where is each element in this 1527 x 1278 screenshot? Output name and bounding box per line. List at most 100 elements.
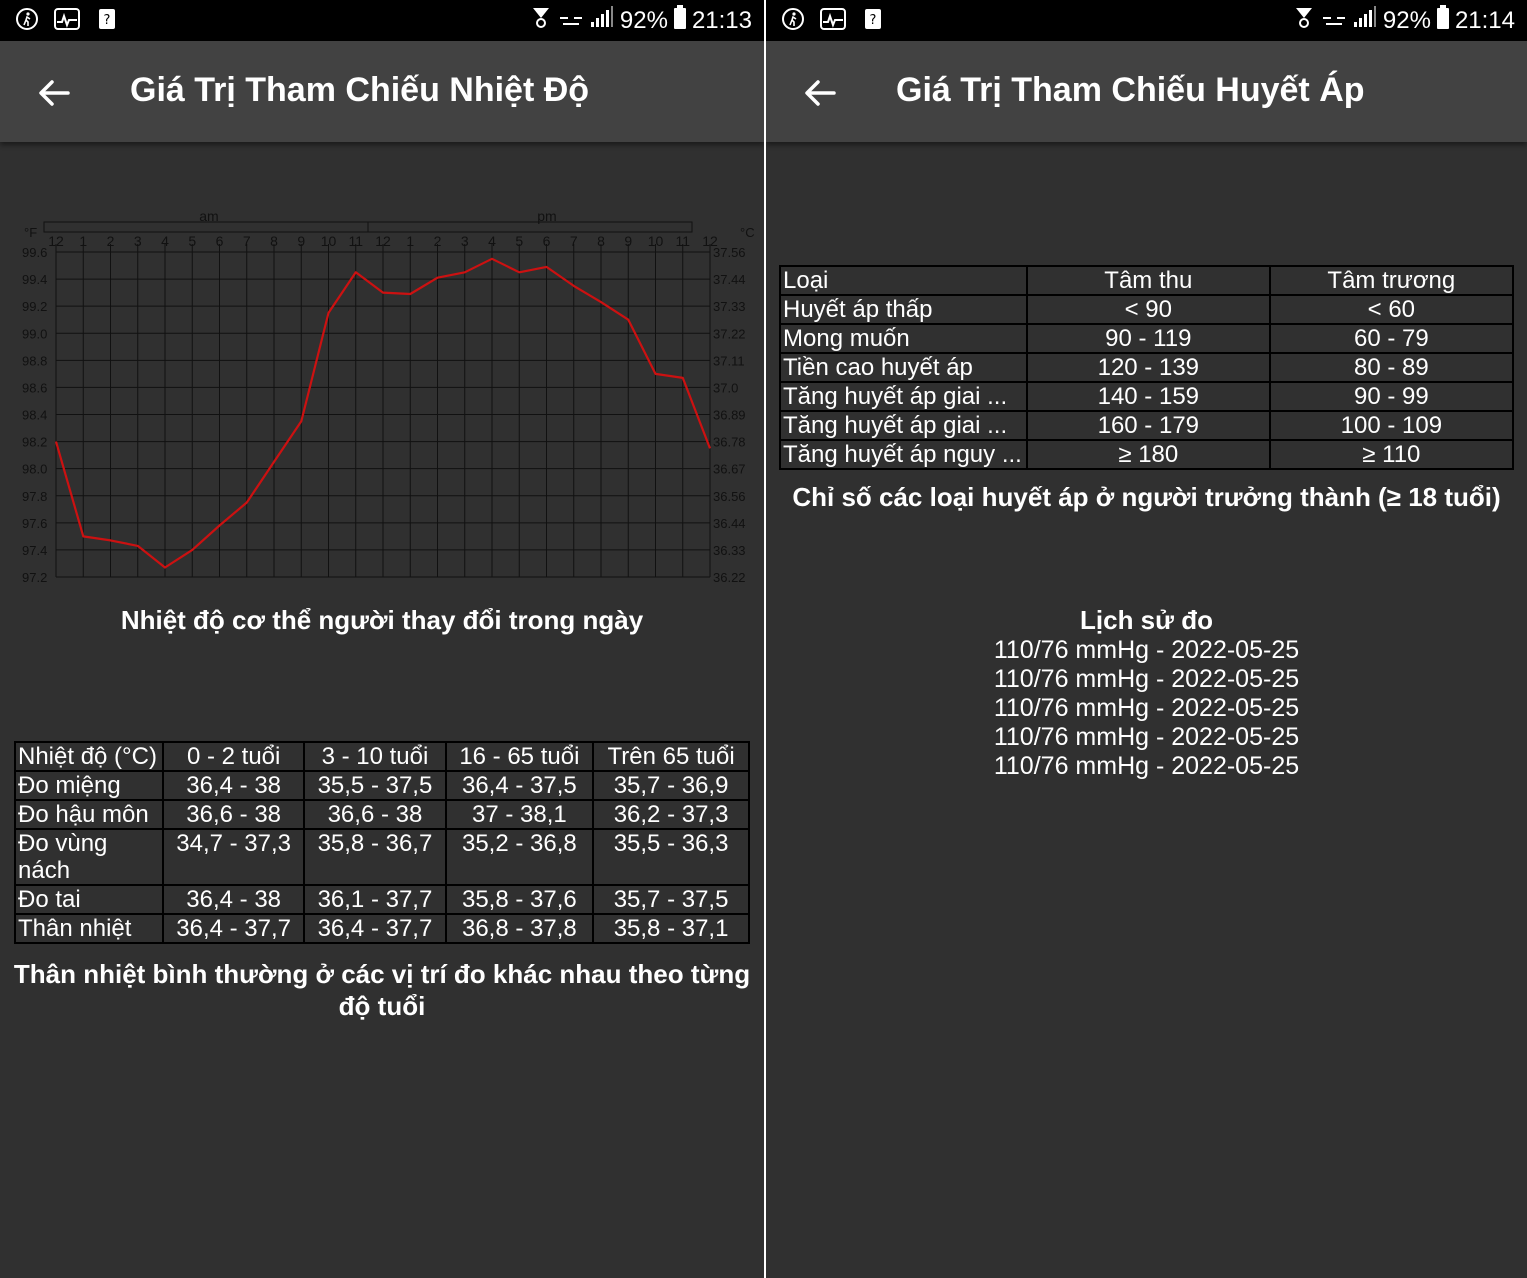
back-arrow-icon[interactable] (34, 73, 74, 113)
header-cell: Loại (779, 265, 1028, 296)
temperature-chart-svg: am pm°F °C12 1 2 3 4 5 6 7 8 9 10 11 12 1 2 3 4 5 6 7 8 9 10 11 12… (22, 208, 755, 585)
signal-icon (590, 6, 614, 35)
hour-tick-label: 1 (79, 233, 87, 249)
y-right-tick-label: 36.78 (713, 435, 746, 450)
hour-tick-label: 11 (675, 233, 690, 249)
table-row: Đo tai 36,4 - 38 36,1 - 37,7 35,8 - 37,6 35,… (14, 884, 750, 915)
value-cell: 35,7 - 36,9 (592, 770, 750, 801)
value-cell: 36,6 - 38 (303, 799, 447, 830)
y-right-tick-label: 36.89 (713, 408, 746, 423)
history-title: Lịch sử đo (1080, 605, 1213, 635)
hour-tick-label: 3 (461, 233, 469, 249)
value-cell: 160 - 179 (1025, 410, 1271, 441)
alarm-icon (530, 5, 552, 36)
activity-runner-icon (780, 6, 806, 32)
value-cell: 34,7 - 37,3 (161, 828, 306, 886)
value-cell: 80 - 89 (1268, 352, 1515, 383)
y-left-tick-label: 98.0 (22, 462, 47, 477)
table-row: Tăng huyết áp giai ... 160 - 179 100 - 109 (779, 410, 1515, 441)
row-label-cell: Tăng huyết áp giai ... (779, 381, 1028, 412)
value-cell: 36,4 - 37,7 (161, 913, 306, 944)
row-label-cell: Thân nhiệt (14, 913, 164, 944)
value-cell: 35,7 - 37,5 (592, 884, 750, 915)
value-cell: 100 - 109 (1268, 410, 1515, 441)
value-cell: 35,5 - 37,5 (303, 770, 447, 801)
row-label-cell: Đo miệng (14, 770, 164, 801)
blood-pressure-caption: Chỉ số các loại huyết áp ở người trưởng … (792, 482, 1501, 512)
history-item: 110/76 mmHg - 2022-05-25 (993, 636, 1300, 664)
clock-time: 21:13 (691, 6, 752, 34)
row-label-cell: Tăng huyết áp nguy ... (779, 439, 1028, 470)
history-item: 110/76 mmHg - 2022-05-25 (993, 665, 1300, 693)
unknown-notification-icon: ? (860, 6, 886, 32)
value-cell: 36,2 - 37,3 (592, 799, 750, 830)
y-left-tick-label: 98.8 (22, 353, 47, 368)
value-cell: 35,8 - 36,7 (303, 828, 447, 886)
hour-tick-label: 9 (624, 233, 632, 249)
value-cell: 36,1 - 37,7 (303, 884, 447, 915)
blood-pressure-table: Loại Tâm thu Tâm trương Huyết áp thấp < 90 < … (779, 265, 1515, 470)
table-row: Tăng huyết áp nguy ... ≥ 180 ≥ 110 (779, 439, 1515, 470)
y-right-tick-label: 36.44 (713, 516, 746, 531)
history-item: 110/76 mmHg - 2022-05-25 (993, 723, 1300, 751)
value-cell: 60 - 79 (1268, 323, 1515, 354)
row-label-cell: Đo vùng nách (14, 828, 164, 886)
value-cell: 37 - 38,1 (444, 799, 595, 830)
history-item: 110/76 mmHg - 2022-05-25 (993, 694, 1300, 722)
row-label-cell: Đo hậu môn (14, 799, 164, 830)
battery-percent: 92% (619, 6, 668, 34)
activity-runner-icon (14, 6, 40, 32)
y-left-tick-label: 97.6 (22, 516, 47, 531)
hour-tick-label: 8 (270, 233, 278, 249)
chart-caption: Nhiệt độ cơ thể người thay đổi trong ngà… (120, 605, 644, 635)
y-right-tick-label: 36.22 (713, 570, 746, 585)
table-row: Đo hậu môn 36,6 - 38 36,6 - 38 37 - 38,1 36,… (14, 799, 750, 830)
history-item: 110/76 mmHg - 2022-05-25 (993, 752, 1300, 780)
network-type-icon (1321, 7, 1347, 35)
status-bar: ? 92% 21:13 (0, 0, 764, 41)
hour-tick-label: 2 (434, 233, 442, 249)
header-cell: 3 - 10 tuổi (303, 741, 447, 772)
value-cell: 36,4 - 37,7 (303, 913, 447, 944)
y-right-tick-label: 37.56 (713, 245, 746, 260)
battery-icon (1436, 5, 1449, 36)
value-cell: 36,4 - 37,5 (444, 770, 595, 801)
header-cell: Tâm thu (1025, 265, 1271, 296)
row-label-cell: Đo tai (14, 884, 164, 915)
row-label-cell: Tăng huyết áp giai ... (779, 410, 1028, 441)
y-left-tick-label: 97.4 (22, 543, 47, 558)
value-cell: 35,2 - 36,8 (444, 828, 595, 886)
table-row: Mong muốn 90 - 119 60 - 79 (779, 323, 1515, 354)
table-header-row: Nhiệt độ (°C) 0 - 2 tuổi 3 - 10 tuổi 16 - 6… (14, 741, 750, 772)
y-right-tick-label: 37.0 (713, 380, 738, 395)
header-cell: Trên 65 tuổi (592, 741, 750, 772)
hour-tick-label: 6 (216, 233, 224, 249)
hour-tick-label: 12 (48, 233, 64, 249)
y-left-tick-label: 97.2 (22, 570, 47, 585)
hour-tick-label: 2 (107, 233, 115, 249)
header-cell: 0 - 2 tuổi (161, 741, 306, 772)
row-label-cell: Huyết áp thấp (779, 294, 1028, 325)
table-row: Tiền cao huyết áp 120 - 139 80 - 89 (779, 352, 1515, 383)
svg-text:?: ? (104, 13, 111, 28)
am-label: am (199, 208, 218, 224)
hour-tick-label: 11 (348, 233, 363, 249)
temperature-table: Nhiệt độ (°C) 0 - 2 tuổi 3 - 10 tuổi 16 - 6… (14, 741, 750, 944)
table-row: Huyết áp thấp < 90 < 60 (779, 294, 1515, 325)
network-type-icon (558, 7, 584, 35)
value-cell: < 60 (1268, 294, 1515, 325)
heart-rate-app-icon (820, 6, 846, 32)
value-cell: 140 - 159 (1025, 381, 1271, 412)
back-arrow-icon[interactable] (800, 73, 840, 113)
battery-percent: 92% (1382, 6, 1431, 34)
alarm-icon (1293, 5, 1315, 36)
hour-tick-label: 7 (243, 233, 251, 249)
value-cell: 90 - 99 (1268, 381, 1515, 412)
y-right-tick-label: 36.33 (713, 543, 746, 558)
unknown-notification-icon: ? (94, 6, 120, 32)
value-cell: 35,8 - 37,1 (592, 913, 750, 944)
value-cell: 120 - 139 (1025, 352, 1271, 383)
table-row: Thân nhiệt 36,4 - 37,7 36,4 - 37,7 36,8 - 3… (14, 913, 750, 944)
y-left-tick-label: 99.4 (22, 272, 47, 287)
row-label-cell: Mong muốn (779, 323, 1028, 354)
